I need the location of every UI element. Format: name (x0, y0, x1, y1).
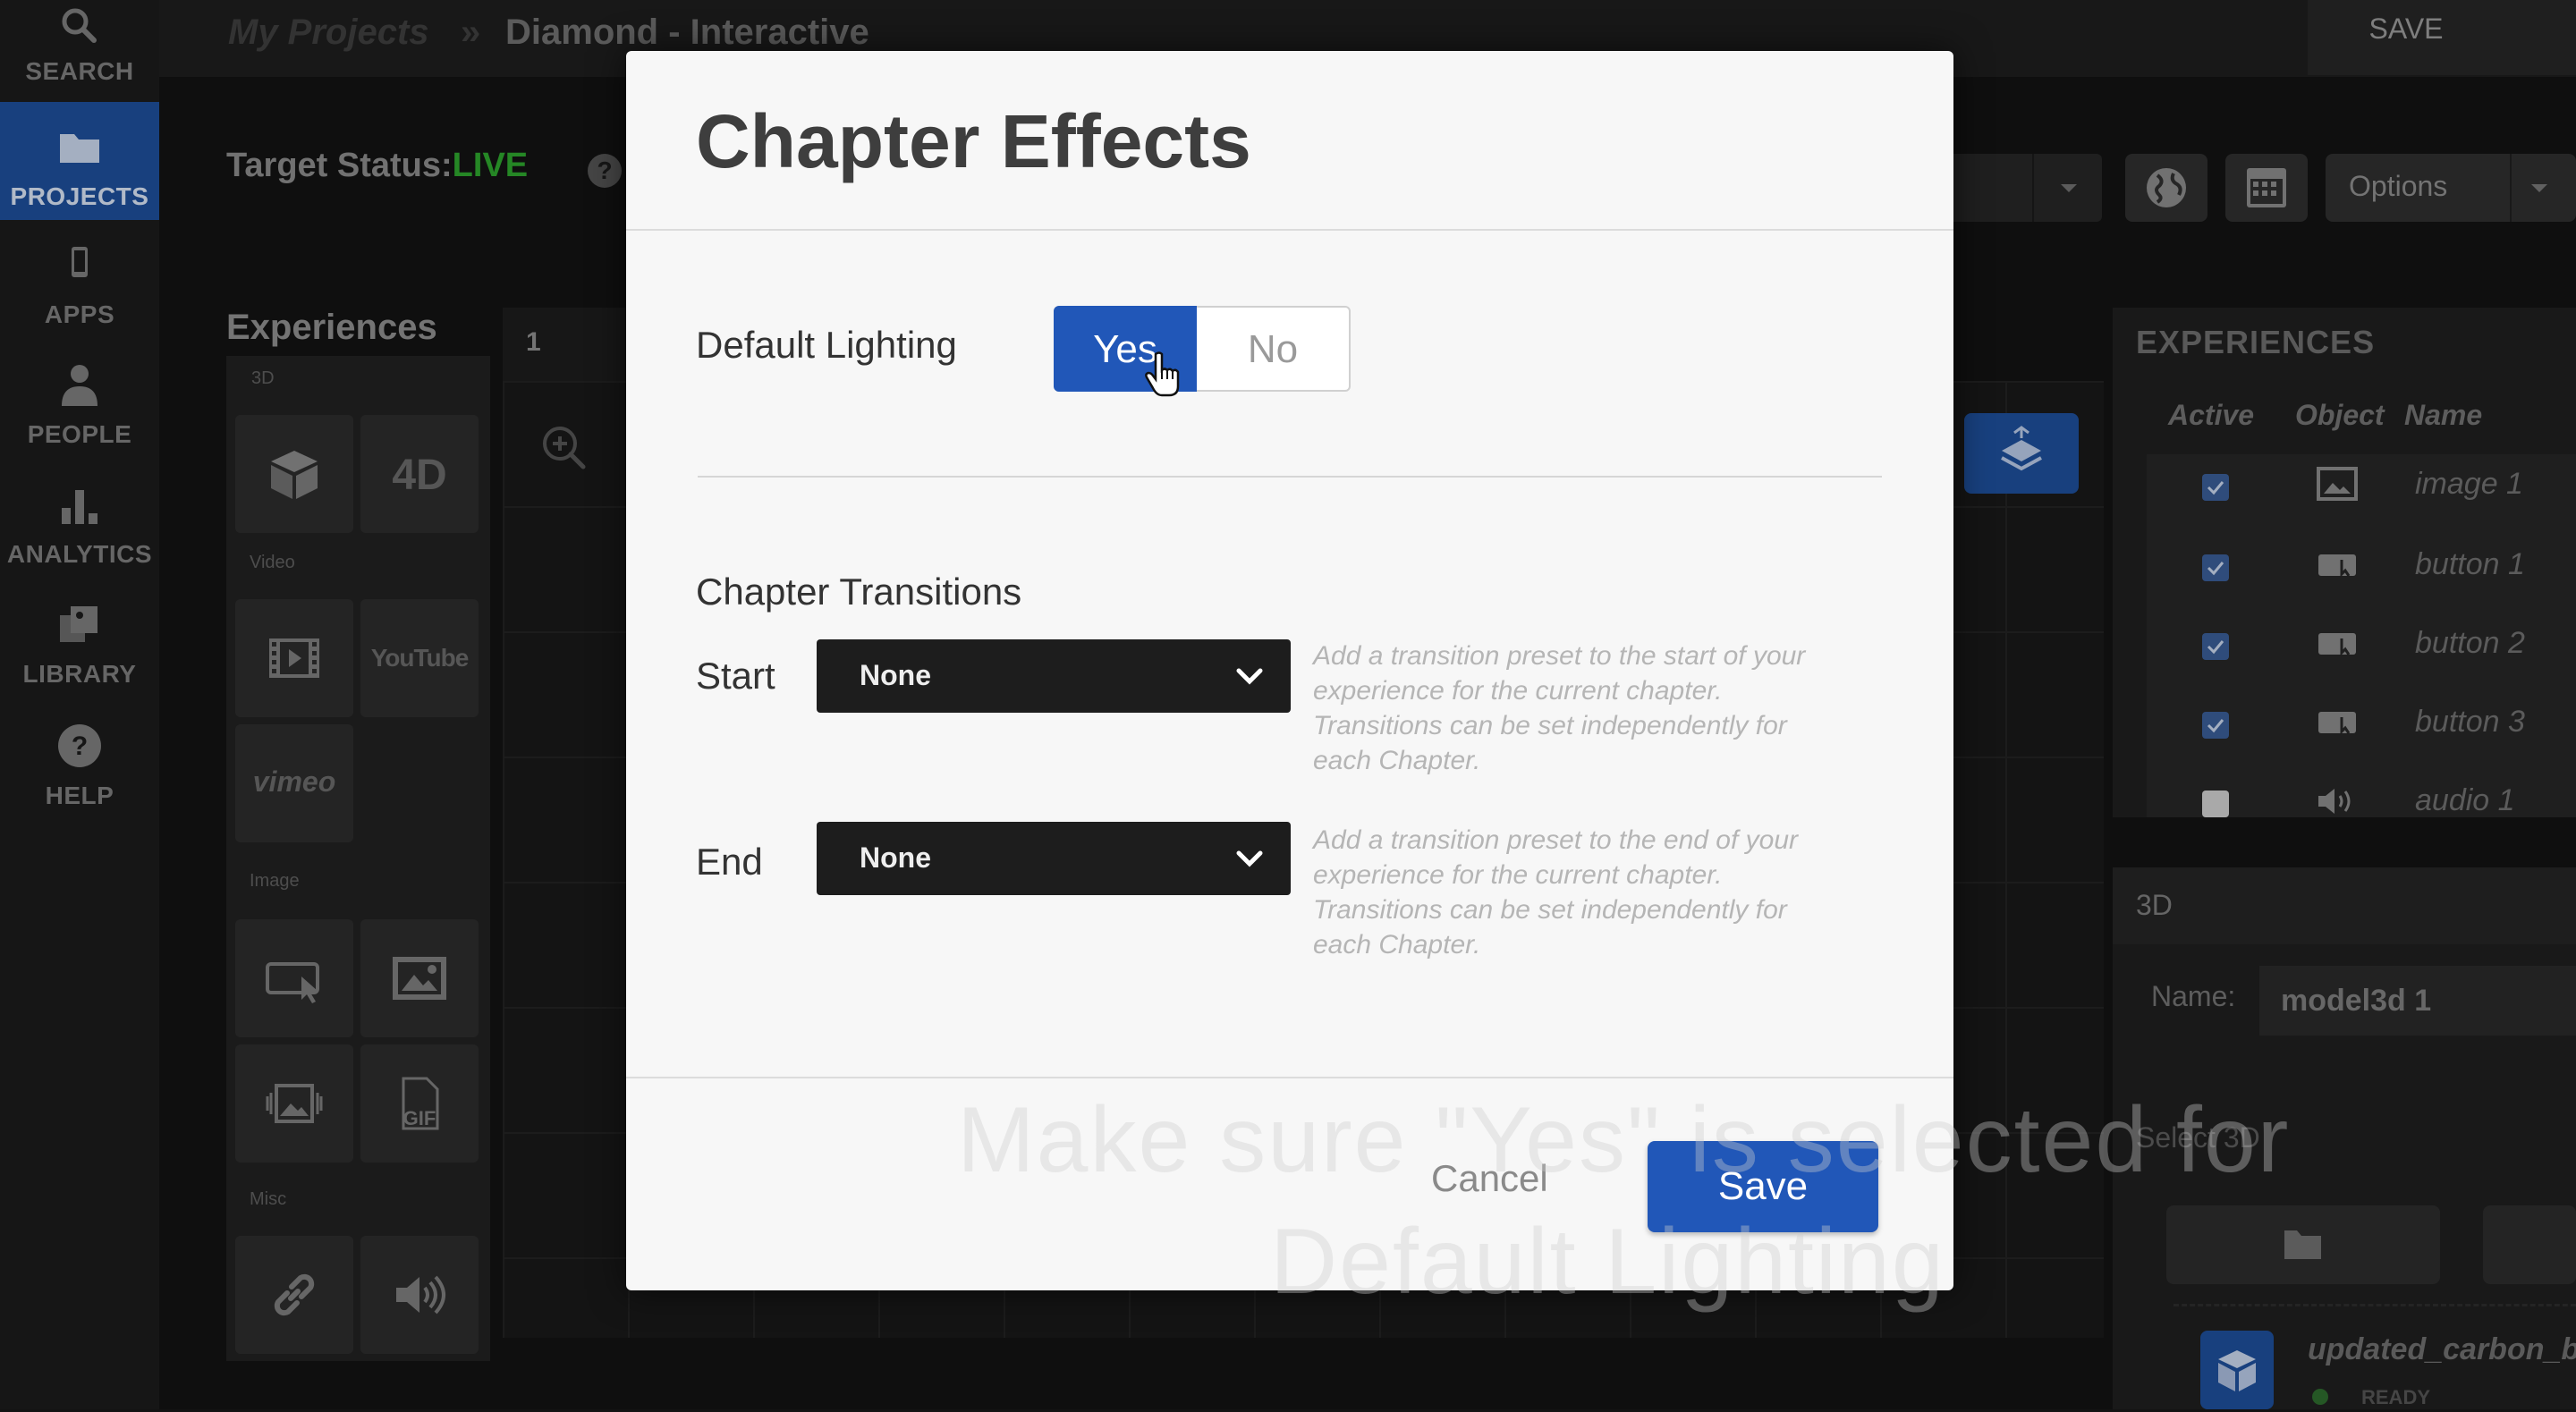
tutorial-caption-line-2: Default Lighting (1270, 1210, 1945, 1314)
tutorial-caption-line-1: Make sure "Yes" is selected for (957, 1088, 2291, 1192)
end-transition-value: None (860, 841, 931, 874)
default-lighting-no-button[interactable]: No (1197, 306, 1349, 392)
no-label: No (1247, 327, 1299, 371)
end-transition-hint: Add a transition preset to the end of yo… (1313, 825, 1799, 960)
start-transition-select[interactable]: None (817, 639, 1291, 713)
chapter-transitions-label: Chapter Transitions (696, 571, 1022, 613)
end-transition-select[interactable]: None (817, 822, 1291, 895)
chevron-down-icon (1236, 850, 1263, 867)
default-lighting-label: Default Lighting (696, 324, 957, 366)
section-divider (698, 476, 1882, 478)
dialog-header-divider (626, 229, 1953, 231)
start-transition-hint: Add a transition preset to the start of … (1313, 641, 1806, 775)
start-transition-value: None (860, 659, 931, 691)
end-label: End (696, 841, 763, 883)
dialog-footer-divider (626, 1077, 1953, 1078)
hand-cursor-icon (1145, 351, 1180, 397)
chevron-down-icon (1236, 668, 1263, 685)
start-label: Start (696, 655, 775, 697)
dialog-title: Chapter Effects (696, 99, 1251, 183)
